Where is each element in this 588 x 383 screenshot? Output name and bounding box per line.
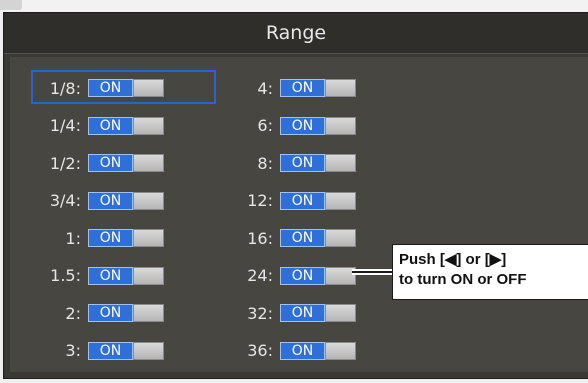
range-label: 8: — [257, 153, 273, 173]
top-corner-mark — [0, 0, 22, 10]
on-off-toggle[interactable]: ON — [88, 191, 164, 210]
range-row[interactable]: 16: ON — [220, 224, 370, 252]
on-off-toggle[interactable]: ON — [280, 304, 356, 322]
toggle-knob — [133, 304, 164, 322]
range-row[interactable]: 1: ON — [10, 224, 216, 252]
on-off-toggle[interactable]: ON — [280, 116, 356, 135]
on-off-toggle[interactable]: ON — [280, 191, 356, 210]
range-label: 6: — [257, 116, 273, 135]
range-settings-area: 1/8: ON 1/4: ON 1/2: ON 3/4: ON 1: ON 1.5: ON 2: ON 3:… — [10, 57, 588, 372]
range-label: 1: — [65, 228, 81, 248]
toggle-knob — [325, 229, 356, 247]
toggle-knob — [133, 266, 164, 285]
range-row[interactable]: 24: ON — [220, 262, 370, 290]
range-label: 2: — [65, 303, 81, 323]
toggle-knob — [325, 79, 356, 97]
callout-line-1: Push [◀] or [▶] — [399, 251, 507, 268]
toggle-knob — [133, 79, 164, 97]
range-label: 1/2: — [49, 153, 81, 173]
range-row[interactable]: 4: ON — [220, 74, 370, 102]
range-row[interactable]: 1/2: ON — [10, 149, 216, 177]
range-label: 12: — [247, 191, 273, 210]
toggle-state-label: ON — [88, 266, 133, 285]
toggle-knob — [133, 229, 164, 247]
on-off-toggle[interactable]: ON — [280, 341, 356, 360]
toggle-knob — [325, 304, 356, 322]
toggle-knob — [133, 341, 164, 360]
toggle-state-label: ON — [88, 116, 133, 135]
on-off-toggle[interactable]: ON — [88, 229, 164, 247]
range-row[interactable]: 1/8: ON — [10, 70, 216, 104]
range-label: 16: — [247, 228, 273, 248]
toggle-state-label: ON — [88, 341, 133, 360]
range-label: 1/4: — [49, 116, 81, 135]
on-off-toggle[interactable]: ON — [88, 79, 164, 97]
on-off-toggle[interactable]: ON — [88, 154, 164, 172]
toggle-state-label: ON — [280, 341, 325, 360]
on-off-toggle[interactable]: ON — [88, 341, 164, 360]
on-off-toggle[interactable]: ON — [280, 154, 356, 172]
toggle-state-label: ON — [280, 154, 325, 172]
toggle-state-label: ON — [88, 229, 133, 247]
toggle-state-label: ON — [280, 79, 325, 97]
toggle-state-label: ON — [88, 191, 133, 210]
range-label: 4: — [257, 78, 273, 98]
toggle-state-label: ON — [280, 229, 325, 247]
on-off-toggle[interactable]: ON — [88, 304, 164, 322]
top-strip — [0, 0, 588, 12]
range-label: 1.5: — [50, 266, 81, 285]
callout-line-2: to turn ON or OFF — [399, 271, 527, 288]
range-row[interactable]: 6: ON — [220, 112, 370, 140]
toggle-knob — [325, 154, 356, 172]
range-row[interactable]: 32: ON — [220, 299, 370, 327]
range-row[interactable]: 36: ON — [220, 337, 370, 365]
instruction-callout: Push [◀] or [▶] to turn ON or OFF — [392, 244, 588, 300]
range-label: 24: — [247, 266, 273, 285]
on-off-toggle[interactable]: ON — [280, 266, 356, 285]
toggle-knob — [133, 116, 164, 135]
on-off-toggle[interactable]: ON — [280, 79, 356, 97]
range-row[interactable]: 2: ON — [10, 299, 216, 327]
toggle-knob — [133, 154, 164, 172]
on-off-toggle[interactable]: ON — [88, 116, 164, 135]
toggle-state-label: ON — [280, 304, 325, 322]
range-row[interactable]: 12: ON — [220, 187, 370, 215]
toggle-state-label: ON — [88, 154, 133, 172]
toggle-state-label: ON — [280, 191, 325, 210]
range-row[interactable]: 1/4: ON — [10, 112, 216, 140]
on-off-toggle[interactable]: ON — [280, 229, 356, 247]
range-row[interactable]: 3/4: ON — [10, 187, 216, 215]
callout-connector — [352, 269, 392, 275]
range-row[interactable]: 1.5: ON — [10, 262, 216, 290]
range-row[interactable]: 8: ON — [220, 149, 370, 177]
range-label: 36: — [247, 341, 273, 360]
toggle-knob — [325, 341, 356, 360]
range-label: 32: — [247, 303, 273, 323]
range-label: 3: — [65, 341, 81, 360]
toggle-knob — [325, 191, 356, 210]
range-panel: Range 1/8: ON 1/4: ON 1/2: ON 3/4: ON 1: ON 1.5: ON… — [3, 12, 588, 379]
callout-connector-line — [352, 273, 392, 275]
panel-title: Range — [4, 13, 588, 54]
range-label: 3/4: — [49, 191, 81, 210]
toggle-knob — [325, 116, 356, 135]
range-row[interactable]: 3: ON — [10, 337, 216, 365]
toggle-state-label: ON — [88, 79, 133, 97]
toggle-state-label: ON — [88, 304, 133, 322]
toggle-state-label: ON — [280, 116, 325, 135]
toggle-state-label: ON — [280, 266, 325, 285]
on-off-toggle[interactable]: ON — [88, 266, 164, 285]
toggle-knob — [133, 191, 164, 210]
